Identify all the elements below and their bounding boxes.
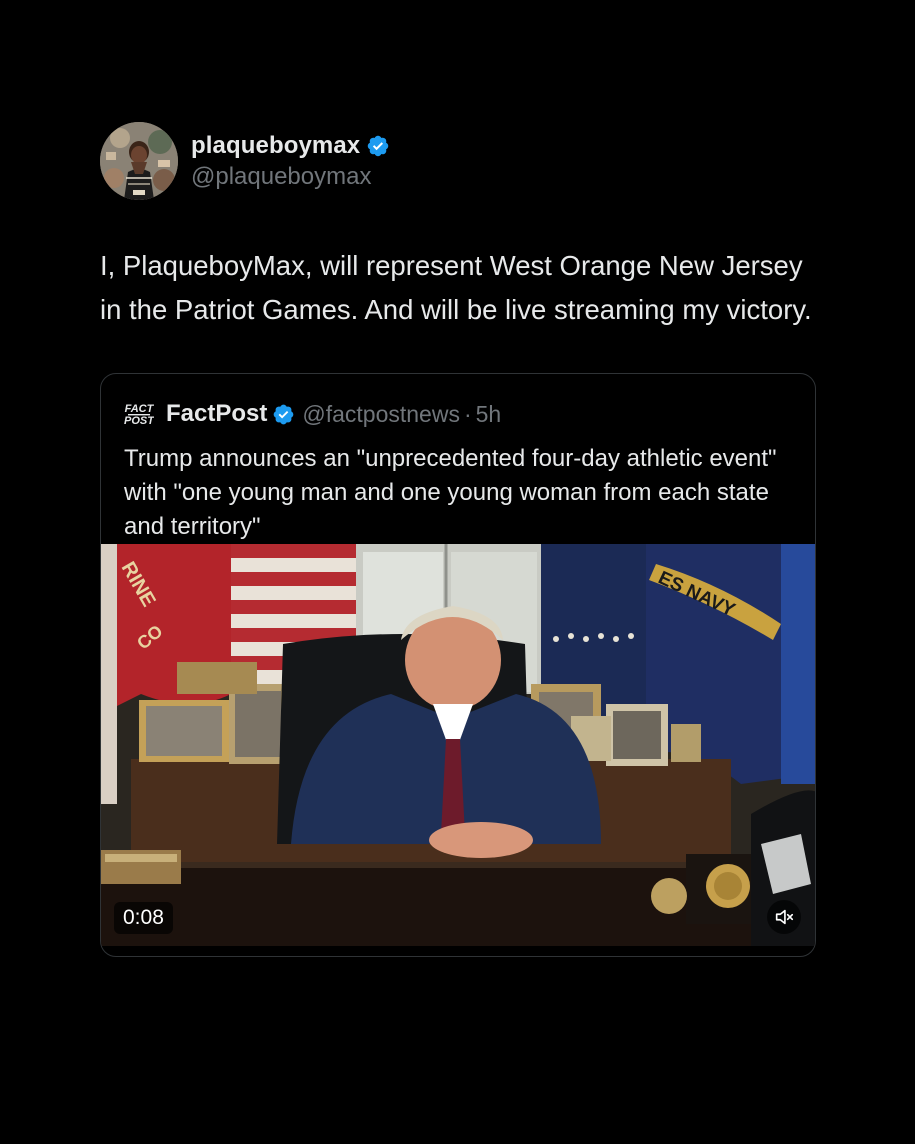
author-handle[interactable]: @plaqueboymax	[191, 163, 390, 191]
quoted-verified-badge-icon	[274, 404, 294, 424]
author-meta: plaqueboymax @plaqueboymax	[191, 132, 390, 191]
volume-muted-icon	[775, 909, 794, 925]
author-display-name[interactable]: plaqueboymax	[191, 132, 360, 160]
factpost-logo-icon: FACT POST	[124, 399, 154, 429]
quoted-display-name[interactable]: FactPost	[166, 400, 267, 428]
quoted-post-text: Trump announces an "unprecedented four-d…	[124, 445, 777, 540]
avatar-photo-icon	[100, 122, 178, 200]
video-timestamp: 0:08	[114, 902, 173, 934]
video-frame: RINE CO ES NAVY	[101, 544, 815, 946]
name-line: plaqueboymax	[191, 132, 390, 160]
separator-dot: ·	[463, 400, 472, 427]
avatar[interactable]	[100, 122, 178, 200]
mute-button[interactable]	[767, 900, 801, 934]
video-player[interactable]: RINE CO ES NAVY 0:08	[101, 544, 815, 946]
logo-text-line-1: FACT	[125, 403, 154, 415]
post: plaqueboymax @plaqueboymax I, PlaqueboyM…	[100, 122, 816, 957]
quoted-post-card[interactable]: FACT POST FactPost @factpostnews · 5h Tr…	[100, 373, 816, 957]
verified-badge-icon	[368, 135, 389, 156]
logo-text-line-2: POST	[124, 415, 154, 427]
post-text: I, PlaqueboyMax, will represent West Ora…	[100, 250, 812, 325]
post-author-row: plaqueboymax @plaqueboymax	[100, 122, 816, 200]
quoted-handle[interactable]: @factpostnews	[302, 401, 460, 428]
quoted-timestamp[interactable]: 5h	[476, 401, 502, 428]
